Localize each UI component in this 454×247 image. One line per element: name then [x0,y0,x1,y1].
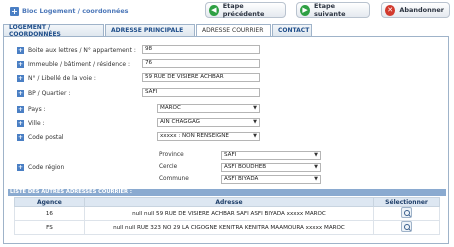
label-pays: Pays : [28,105,46,113]
label-voie: N° / Libellé de la voie : [28,74,96,82]
label-immeuble: Immeuble / bâtiment / résidence : [28,60,131,68]
cp-value: xxxxx : NON RENSEIGNE [160,133,229,139]
label-province: Province [159,152,184,158]
plus-icon: + [17,163,24,171]
ville-select[interactable]: AIN CHAGGAG ▼ [157,118,260,127]
plus-icon: + [17,60,24,68]
pays-value: MAROC [160,105,181,111]
tab-bar: LOGEMENT / COORDONNÉES ADRESSE PRINCIPAL… [3,24,313,38]
cercle-select[interactable]: ASFI BOUDHEB ▼ [221,163,321,172]
tab-logement[interactable]: LOGEMENT / COORDONNÉES [3,24,104,38]
arrow-left-icon: ◀ [209,4,219,16]
tab-contact[interactable]: CONTACT [272,24,312,36]
chevron-down-icon: ▼ [314,176,318,182]
ville-value: AIN CHAGGAG [160,119,201,125]
voie-input[interactable]: 59 RUE DE VISIERE ACHBAR [142,73,260,82]
label-cercle: Cercle [159,164,178,170]
row-ville: + Ville : [17,118,148,128]
column-header-agence: Agence [14,197,85,207]
cell-adresse: null null RUE 323 NO 29 LA CIGOGNE KENIT… [83,220,375,235]
cell-select [373,220,440,235]
plus-icon: + [17,119,24,127]
row-pays: + Pays : [17,104,148,114]
row-voie: + N° / Libellé de la voie : [17,73,148,83]
tab-adresse-principale[interactable]: ADRESSE PRINCIPALE [105,24,195,36]
cell-agence: 16 [14,206,85,221]
chevron-down-icon: ▼ [253,119,257,125]
next-step-button[interactable]: ▶ Etape suivante [296,2,370,18]
column-header-adresse: Adresse [83,197,375,207]
row-cp: + Code postal [17,132,148,142]
cell-select [373,206,440,221]
previous-step-label: Etape précédente [222,2,265,18]
row-bp: + BP / Quartier : [17,88,148,98]
cell-agence: FS [14,220,85,235]
label-bp: BP / Quartier : [28,89,71,97]
chevron-down-icon: ▼ [253,133,257,139]
label-code-region: Code région [28,163,65,171]
next-step-label: Etape suivante [314,2,346,18]
table-row: FS null null RUE 323 NO 29 LA CIGOGNE KE… [14,220,440,235]
table-header-row: Agence Adresse Sélectionner [14,197,440,207]
plus-icon: + [17,89,24,97]
bp-input[interactable]: SAFI [142,88,260,97]
boite-input[interactable]: 98 [142,45,260,54]
form-panel: + Boite aux lettres / N° appartement : 9… [3,36,449,244]
magnifier-icon[interactable] [401,221,413,232]
immeuble-input[interactable]: 76 [142,59,260,68]
label-ville: Ville : [28,119,45,127]
chevron-down-icon: ▼ [314,152,318,158]
label-commune: Commune [159,176,189,182]
province-select[interactable]: SAFI ▼ [221,151,321,160]
cercle-value: ASFI BOUDHEB [224,164,267,170]
magnifier-icon[interactable] [401,207,413,218]
arrow-right-icon: ▶ [300,4,311,16]
cell-adresse: null null 59 RUE DE VISIERE ACHBAR SAFI … [83,206,375,221]
list-title: LISTE DES AUTRES ADRESSES COURRIER : [8,189,446,196]
row-boite: + Boite aux lettres / N° appartement : [17,45,148,55]
plus-icon: + [17,74,24,82]
abandon-button[interactable]: ✕ Abandonner [381,2,450,18]
abandon-label: Abandonner [399,6,444,14]
plus-icon: + [17,133,24,141]
addresses-table: Agence Adresse Sélectionner 16 null null… [14,197,440,235]
top-bar: + Bloc Logement / coordonnées ◀ Etape pr… [0,0,454,22]
plus-icon: + [17,46,24,54]
cp-select[interactable]: xxxxx : NON RENSEIGNE ▼ [157,132,260,141]
commune-select[interactable]: ASFI BIYADA ▼ [221,175,321,184]
row-code-region: + Code région [17,162,148,172]
table-row: 16 null null 59 RUE DE VISIERE ACHBAR SA… [14,206,440,221]
previous-step-button[interactable]: ◀ Etape précédente [205,2,286,18]
block-title-text: Bloc Logement / coordonnées [22,7,129,15]
plus-icon: + [17,105,24,113]
province-value: SAFI [224,152,237,158]
chevron-down-icon: ▼ [314,164,318,170]
chevron-down-icon: ▼ [253,105,257,111]
label-cp: Code postal [28,133,64,141]
tab-adresse-courrier[interactable]: ADRESSE COURRIER [196,24,271,36]
row-immeuble: + Immeuble / bâtiment / résidence : [17,59,148,69]
block-title: + Bloc Logement / coordonnées [10,5,128,17]
label-boite: Boite aux lettres / N° appartement : [28,46,136,54]
close-icon: ✕ [385,4,396,16]
plus-icon: + [10,6,19,16]
pays-select[interactable]: MAROC ▼ [157,104,260,113]
commune-value: ASFI BIYADA [224,176,259,182]
column-header-selectionner: Sélectionner [373,197,440,207]
